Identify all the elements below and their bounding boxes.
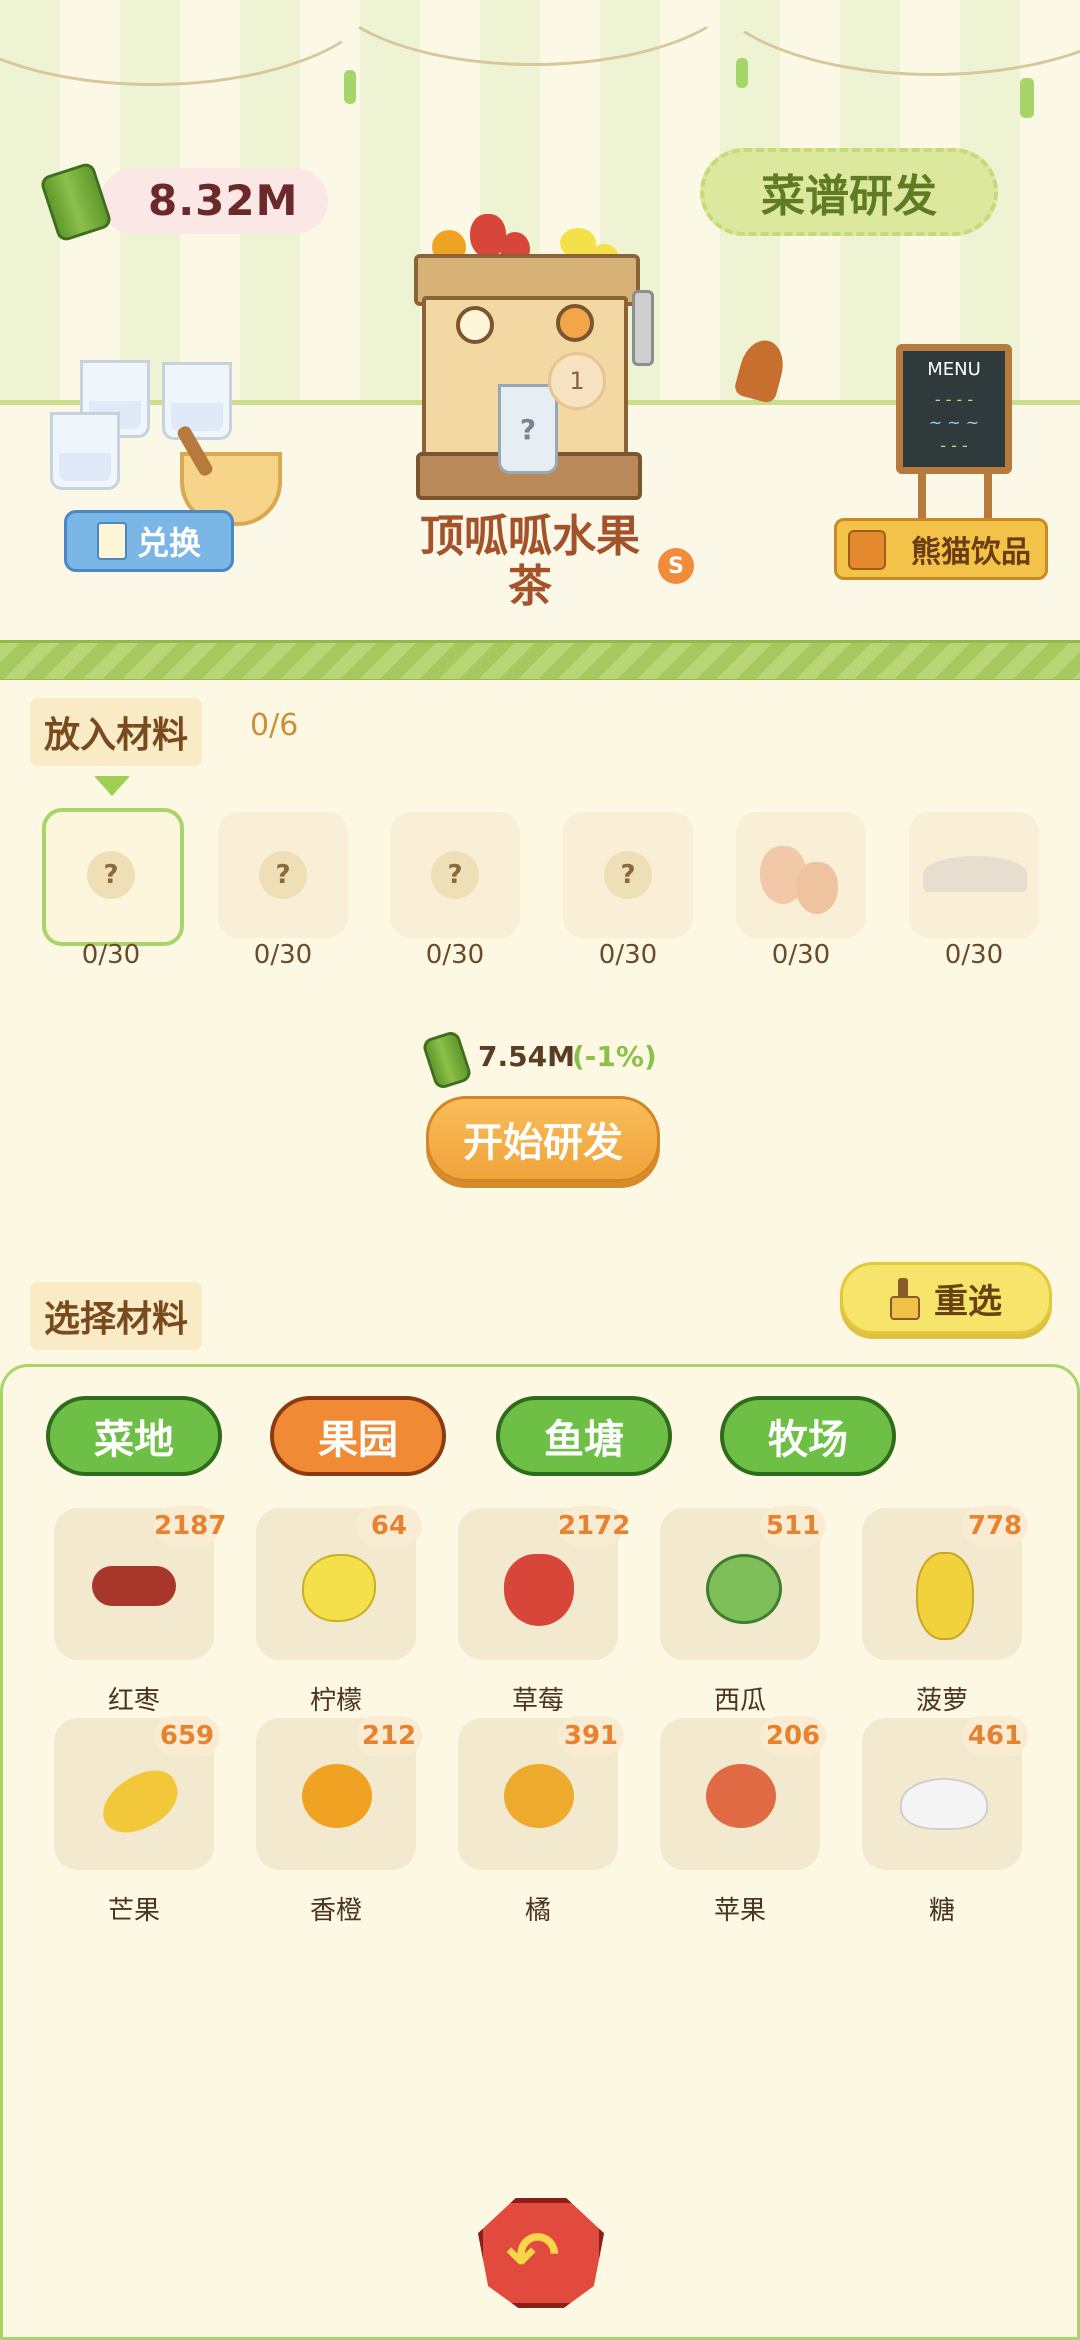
ingredient-slot[interactable]	[909, 812, 1039, 938]
slot-count: 0/30	[253, 940, 313, 970]
scroll-icon	[96, 522, 127, 560]
slot-count: 0/30	[81, 940, 141, 970]
cup-icon	[162, 362, 232, 440]
gauge-icon	[556, 304, 594, 342]
ingredient-name: 菠萝	[915, 1686, 968, 1716]
apple-icon	[706, 1764, 776, 1828]
question-icon: ?	[87, 851, 135, 899]
ingredient-quantity: 212	[356, 1716, 422, 1756]
jujube-icon	[92, 1566, 176, 1606]
menu-board-title: MENU	[927, 359, 981, 380]
ingredient-quantity: 2187	[154, 1506, 226, 1546]
machine-level-badge: 1	[548, 352, 606, 410]
brush-icon	[890, 1278, 920, 1320]
ingredient-quantity: 778	[962, 1506, 1028, 1546]
mango-icon	[92, 1761, 188, 1843]
exchange-button[interactable]: 兑换	[64, 510, 234, 572]
tab-label: 菜地	[94, 1417, 174, 1463]
slot-count: 0/30	[944, 940, 1004, 970]
ingredient-quantity: 391	[558, 1716, 624, 1756]
lemon-icon	[302, 1554, 376, 1622]
ingredient-quantity: 461	[962, 1716, 1028, 1756]
rank-badge: S	[658, 548, 694, 584]
tab-ranch[interactable]: 牧场	[720, 1396, 896, 1476]
back-arrow-icon: ↶	[506, 2219, 560, 2293]
put-ingredients-title: 放入材料	[30, 698, 203, 766]
sugar-icon	[900, 1778, 988, 1830]
ingredient-name: 柠檬	[309, 1686, 362, 1716]
machine-lever	[632, 290, 654, 366]
clock-icon	[456, 306, 494, 344]
ingredient-quantity: 511	[760, 1506, 826, 1546]
question-icon: ?	[259, 851, 307, 899]
drink-cup: ?	[498, 384, 558, 474]
watermelon-icon	[706, 1554, 782, 1624]
reselect-button[interactable]: 重选	[840, 1262, 1052, 1334]
ingredient-name: 芒果	[107, 1896, 160, 1926]
cup-icon	[50, 412, 120, 490]
ingredient-name: 西瓜	[713, 1686, 766, 1716]
ingredient-name: 苹果	[713, 1896, 766, 1926]
tab-label: 鱼塘	[544, 1417, 624, 1463]
tab-label: 果园	[318, 1417, 398, 1463]
ingredient-quantity: 206	[760, 1716, 826, 1756]
tab-label: 牧场	[768, 1417, 848, 1463]
tangerine-icon	[504, 1764, 574, 1828]
ingredient-name: 红枣	[107, 1686, 160, 1716]
panda-book-icon	[848, 530, 886, 570]
orange-icon	[302, 1764, 372, 1828]
slot-count: 0/30	[425, 940, 485, 970]
cost-discount: (-1%)	[572, 1040, 657, 1073]
cost-value: 7.54M	[478, 1040, 575, 1073]
bamboo-icon	[420, 1029, 474, 1091]
question-icon: ?	[431, 851, 479, 899]
start-develop-button[interactable]: 开始研发	[426, 1096, 660, 1182]
ingredient-quantity: 64	[356, 1506, 422, 1546]
question-icon: ?	[604, 851, 652, 899]
tab-vegetable-garden[interactable]: 菜地	[46, 1396, 222, 1476]
menu-board[interactable]: MENU - - - - ~ ~ ~ - - -	[896, 344, 1012, 474]
panda-drinks-label: 熊猫饮品	[911, 535, 1031, 570]
cup-mark: ?	[519, 412, 537, 446]
slot-count: 0/30	[598, 940, 658, 970]
recipe-develop-button[interactable]: 菜谱研发	[700, 148, 998, 236]
exchange-label: 兑换	[136, 524, 201, 562]
rice-silhouette-icon	[923, 856, 1027, 892]
pineapple-icon	[916, 1552, 974, 1640]
tab-fish-pond[interactable]: 鱼塘	[496, 1396, 672, 1476]
slot-count: 0/30	[771, 940, 831, 970]
start-develop-label: 开始研发	[463, 1120, 623, 1166]
ingredient-slot[interactable]: ?	[563, 812, 693, 938]
currency-value: 8.32M	[148, 176, 299, 225]
ingredient-name: 糖	[928, 1896, 955, 1926]
select-ingredients-title: 选择材料	[30, 1282, 203, 1350]
put-ingredients-count: 0/6	[250, 708, 299, 743]
ingredient-name: 橘	[524, 1896, 551, 1926]
tab-orchard[interactable]: 果园	[270, 1396, 446, 1476]
ingredient-quantity: 659	[154, 1716, 220, 1756]
ingredient-slot[interactable]	[736, 812, 866, 938]
recipe-develop-label: 菜谱研发	[761, 171, 937, 222]
slot-pointer-icon	[94, 776, 130, 796]
ingredient-slot[interactable]: ?	[390, 812, 520, 938]
strawberry-icon	[504, 1554, 574, 1626]
ingredient-slot[interactable]: ?	[42, 808, 184, 946]
scene-border	[0, 640, 1080, 680]
drink-name: 顶呱呱水果茶	[420, 511, 640, 612]
ingredient-name: 草莓	[511, 1686, 564, 1716]
ingredient-slot[interactable]: ?	[218, 812, 348, 938]
reselect-label: 重选	[934, 1281, 1002, 1322]
ingredient-quantity: 2172	[558, 1506, 630, 1546]
ingredient-name: 香橙	[309, 1896, 362, 1926]
